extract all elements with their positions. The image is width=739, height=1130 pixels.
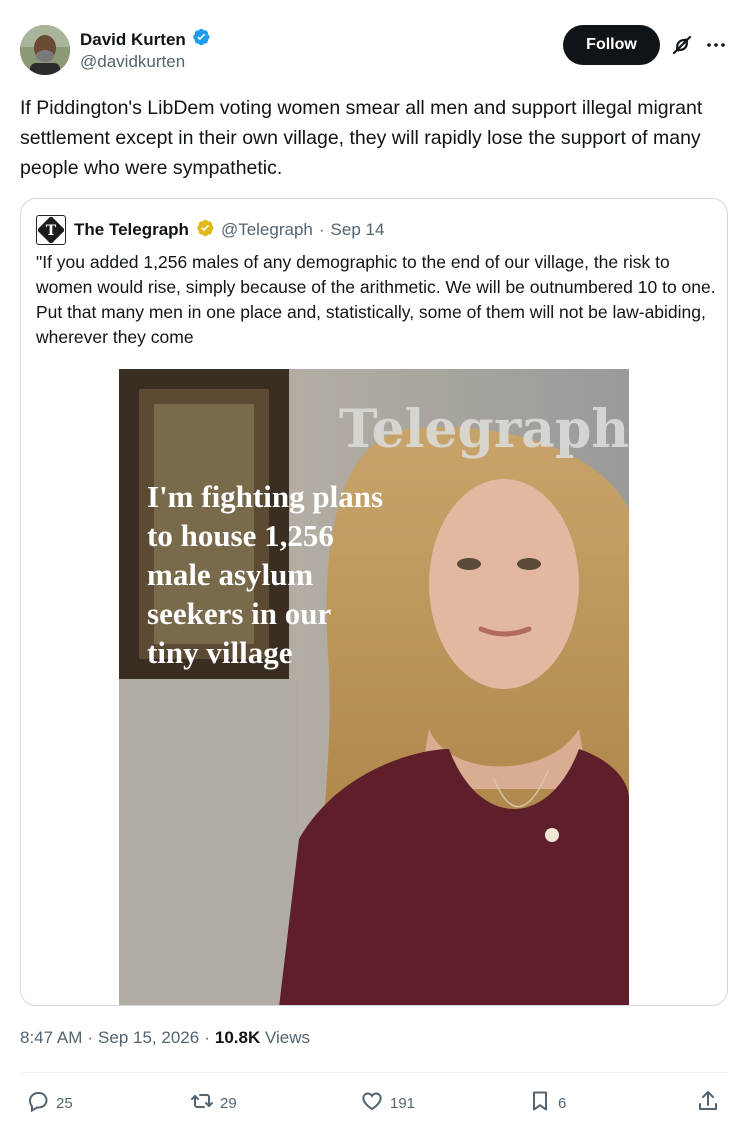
more-options-icon[interactable] — [704, 33, 728, 57]
author-display-name[interactable]: David Kurten — [80, 30, 186, 50]
quoted-tweet-image[interactable]: Telegraph I'm fighting plans to house 1,… — [119, 369, 629, 1005]
verified-badge-icon — [191, 27, 211, 52]
like-button[interactable]: 191 — [360, 1086, 415, 1120]
tweet-meta: 8:47 AM · Sep 15, 2026 · 10.8K Views — [20, 1028, 310, 1048]
headline-line-4: seekers in our — [147, 596, 332, 631]
action-bar: 25 29 191 6 — [0, 1086, 739, 1122]
grok-icon[interactable] — [670, 33, 694, 57]
verified-gold-badge-icon — [195, 218, 215, 243]
telegraph-logo-icon: T — [36, 215, 66, 245]
bookmark-button[interactable]: 6 — [528, 1086, 566, 1120]
meta-separator: · — [87, 1028, 94, 1047]
headline-line-3: male asylum — [147, 557, 313, 592]
post-date[interactable]: Sep 15, 2026 — [98, 1028, 199, 1048]
headline-line-5: tiny village — [147, 635, 293, 670]
repost-icon — [190, 1089, 214, 1117]
reply-button[interactable]: 25 — [26, 1086, 73, 1120]
post-time[interactable]: 8:47 AM — [20, 1028, 82, 1048]
like-count: 191 — [390, 1094, 416, 1112]
quoted-handle[interactable]: @Telegraph — [221, 220, 313, 240]
author-avatar[interactable] — [20, 25, 70, 75]
headline-line-2: to house 1,256 — [147, 518, 334, 553]
quoted-tweet-header: T The Telegraph @Telegraph · Sep 14 — [36, 215, 384, 245]
divider — [20, 1072, 728, 1073]
bookmark-count: 6 — [558, 1094, 567, 1112]
repost-button[interactable]: 29 — [190, 1086, 237, 1120]
repost-count: 29 — [220, 1094, 237, 1112]
quoted-tweet[interactable]: T The Telegraph @Telegraph · Sep 14 "If … — [20, 198, 728, 1006]
quoted-tweet-text: "If you added 1,256 males of any demogra… — [36, 252, 716, 347]
quoted-date[interactable]: Sep 14 — [331, 220, 385, 240]
author-handle[interactable]: @davidkurten — [80, 52, 185, 72]
telegraph-masthead: Telegraph — [339, 399, 629, 460]
follow-button[interactable]: Follow — [563, 25, 660, 65]
heart-icon — [360, 1089, 384, 1117]
headline-line-1: I'm fighting plans — [147, 479, 383, 514]
meta-separator: · — [204, 1028, 210, 1047]
svg-text:T: T — [46, 223, 57, 239]
share-icon — [696, 1089, 720, 1117]
quoted-display-name[interactable]: The Telegraph — [74, 220, 189, 240]
share-button[interactable] — [696, 1086, 720, 1120]
reply-count: 25 — [56, 1094, 73, 1112]
bookmark-icon — [528, 1089, 552, 1117]
separator-dot: · — [318, 220, 325, 239]
tweet-header: David Kurten @davidkurten Follow — [0, 0, 739, 90]
tweet-text: If Piddington's LibDem voting women smea… — [20, 97, 703, 179]
views-label: Views — [264, 1028, 311, 1047]
author-name-row[interactable]: David Kurten — [80, 27, 211, 52]
views-count: 10.8K — [214, 1028, 261, 1047]
reply-icon — [26, 1089, 50, 1117]
